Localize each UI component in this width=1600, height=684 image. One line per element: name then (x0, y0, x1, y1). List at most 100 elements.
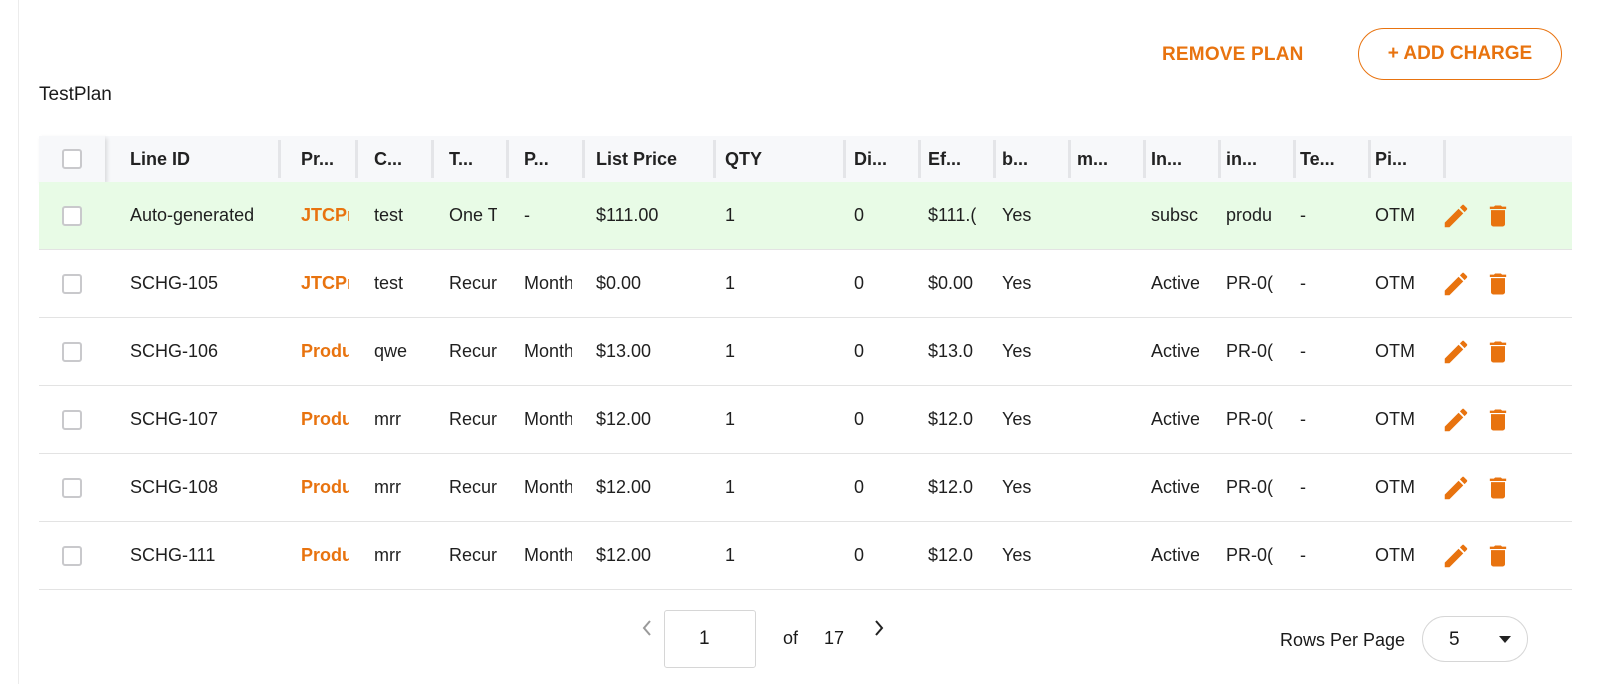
cell-discount: 0 (854, 545, 865, 565)
chevron-right-icon[interactable] (867, 616, 891, 640)
cell-pi: OTM (1375, 545, 1415, 565)
cell-period: Month (524, 273, 572, 293)
trash-icon[interactable] (1481, 471, 1515, 505)
product-link[interactable]: Produ (301, 386, 349, 453)
cell-discount: 0 (854, 273, 865, 293)
product-link[interactable]: Produ (301, 454, 349, 521)
cell-qty: 1 (725, 205, 736, 225)
rows-per-page-label: Rows Per Page (1280, 630, 1406, 650)
column-header[interactable]: in... (1221, 136, 1296, 182)
cell-te: - (1300, 409, 1306, 429)
row-actions (1439, 522, 1539, 589)
product-link[interactable]: JTCPr (301, 250, 349, 317)
cell-te: - (1300, 205, 1306, 225)
cell-pi: OTM (1375, 205, 1415, 225)
table-row[interactable]: SCHG-107 Produ mrr Recur Month $12.00 1 0 $12.0 Y… (39, 386, 1572, 454)
cell-charge: mrr (374, 409, 401, 429)
column-header[interactable]: Pr... (282, 136, 358, 182)
cell-effective: $12.0 (928, 409, 974, 429)
cell-list-price: $12.00 (596, 409, 652, 429)
row-checkbox[interactable] (62, 205, 82, 226)
cell-list-price: $0.00 (596, 273, 642, 293)
charges-table: Line ID Pr... C... T... P... List Price QTY Di.… (39, 136, 1572, 590)
pencil-icon[interactable] (1439, 403, 1473, 437)
table-row[interactable]: SCHG-105 JTCPr test Recur Month $0.00 1 0 $0.00 Y… (39, 250, 1572, 318)
column-header[interactable]: C... (358, 136, 434, 182)
row-select-cell (39, 318, 105, 385)
cell-in: Active (1151, 545, 1199, 565)
trash-icon[interactable] (1481, 199, 1515, 233)
row-checkbox[interactable] (62, 409, 82, 430)
cell-charge: test (374, 273, 404, 293)
cell-te: - (1300, 545, 1306, 565)
cell-line-id: SCHG-108 (130, 477, 219, 497)
cell-te: - (1300, 273, 1306, 293)
cell-charge: mrr (374, 545, 401, 565)
row-checkbox[interactable] (62, 545, 82, 566)
column-header[interactable]: In... (1146, 136, 1221, 182)
row-checkbox[interactable] (62, 477, 82, 498)
row-checkbox[interactable] (62, 273, 82, 294)
cell-qty: 1 (725, 341, 736, 361)
cell-effective: $13.0 (928, 341, 974, 361)
cell-type: One T (449, 205, 497, 225)
table-row[interactable]: Auto-generated JTCPr test One T - $111.00 1 0 $1… (39, 182, 1572, 250)
add-charge-button[interactable]: + ADD CHARGE (1358, 28, 1562, 80)
product-link[interactable]: Produ (301, 318, 349, 385)
cell-m (1077, 386, 1125, 453)
cell-b: Yes (1002, 477, 1032, 497)
column-header[interactable]: Di... (846, 136, 921, 182)
column-header[interactable]: Te... (1296, 136, 1371, 182)
cell-in: PR-0( (1226, 477, 1274, 497)
table-row[interactable]: SCHG-111 Produ mrr Recur Month $12.00 1 0 $12.0 Y… (39, 522, 1572, 590)
page-number-input[interactable] (664, 610, 756, 668)
trash-icon[interactable] (1481, 335, 1515, 369)
trash-icon[interactable] (1481, 267, 1515, 301)
cell-type: Recur (449, 273, 497, 293)
cell-discount: 0 (854, 341, 865, 361)
trash-icon[interactable] (1481, 403, 1515, 437)
trash-icon[interactable] (1481, 539, 1515, 573)
row-checkbox[interactable] (62, 341, 82, 362)
pencil-icon[interactable] (1439, 267, 1473, 301)
cell-qty: 1 (725, 545, 736, 565)
plan-title: TestPlan (39, 84, 112, 105)
column-header[interactable]: QTY (716, 136, 846, 182)
cell-m (1077, 318, 1125, 385)
column-header[interactable]: Ef... (921, 136, 996, 182)
cell-pi: OTM (1375, 409, 1415, 429)
table-row[interactable]: SCHG-108 Produ mrr Recur Month $12.00 1 0 $12.0 Y… (39, 454, 1572, 522)
cell-effective: $12.0 (928, 545, 974, 565)
cell-period: Month (524, 545, 572, 565)
rows-per-page-select[interactable]: 5 (1422, 616, 1528, 662)
pencil-icon[interactable] (1439, 539, 1473, 573)
column-header[interactable]: P... (509, 136, 585, 182)
row-actions (1439, 454, 1539, 521)
column-header[interactable]: m... (1071, 136, 1146, 182)
remove-plan-button[interactable]: REMOVE PLAN (1162, 40, 1304, 70)
pencil-icon[interactable] (1439, 471, 1473, 505)
product-link[interactable]: JTCPr (301, 182, 349, 249)
pencil-icon[interactable] (1439, 199, 1473, 233)
product-link[interactable]: Produ (301, 522, 349, 589)
select-all-checkbox[interactable] (62, 149, 82, 169)
pencil-icon[interactable] (1439, 335, 1473, 369)
cell-period: Month (524, 477, 572, 497)
cell-effective: $12.0 (928, 477, 974, 497)
cell-discount: 0 (854, 409, 865, 429)
cell-pi: OTM (1375, 341, 1415, 361)
column-header[interactable]: T... (434, 136, 509, 182)
cell-in: subsc (1151, 205, 1199, 225)
cell-type: Recur (449, 477, 497, 497)
cell-period: Month (524, 409, 572, 429)
column-header[interactable]: b... (996, 136, 1071, 182)
column-header[interactable]: List Price (585, 136, 716, 182)
column-header[interactable]: Line ID (111, 136, 281, 182)
column-header[interactable]: Pi... (1371, 136, 1446, 182)
table-row[interactable]: SCHG-106 Produ qwe Recur Month $13.00 1 0 $13.0 Y… (39, 318, 1572, 386)
rows-per-page-value: 5 (1449, 629, 1460, 650)
cell-period: - (524, 205, 530, 225)
cell-discount: 0 (854, 477, 865, 497)
chevron-left-icon[interactable] (635, 616, 659, 640)
cell-line-id: SCHG-106 (130, 341, 219, 361)
